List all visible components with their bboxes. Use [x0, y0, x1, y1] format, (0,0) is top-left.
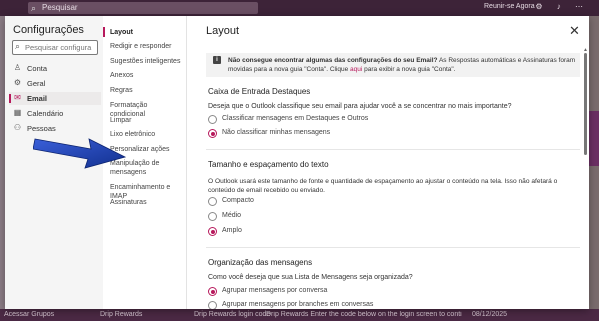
divider: [206, 247, 580, 248]
meet-now-button[interactable]: Reunir-se Agora: [484, 3, 535, 10]
radio-button-selected[interactable]: [208, 227, 217, 236]
selected-indicator: [103, 27, 105, 37]
layout-settings-pane: Layout ✕ i Não consegue encontrar alguma…: [187, 16, 589, 309]
info-bold-text: Não consegue encontrar algumas das confi…: [228, 57, 438, 64]
subcategory-attachments[interactable]: Anexos: [110, 71, 184, 80]
subcategory-rules[interactable]: Regras: [110, 86, 184, 95]
background-groups-link[interactable]: Acessar Grupos: [4, 311, 54, 318]
top-bar-icons: ⚙ ♪ ⋯: [535, 2, 589, 11]
subcategory-signatures[interactable]: Assinaturas: [110, 198, 184, 207]
background-date: 08/12/2025: [472, 311, 508, 318]
radio-button[interactable]: [208, 212, 217, 221]
subcategory-sweep[interactable]: Limpar: [110, 116, 184, 125]
radio-label: Classificar mensagens em Destaques e Out…: [222, 115, 369, 122]
info-banner: i Não consegue encontrar algumas das con…: [206, 53, 580, 77]
radio-button[interactable]: [208, 301, 217, 309]
text-size-heading: Tamanho e espaçamento do texto: [208, 160, 329, 169]
info-icon: i: [213, 56, 221, 64]
people-icon: ⚇: [13, 123, 22, 132]
text-size-description: O Outlook usará este tamanho de fonte e …: [208, 178, 558, 194]
info-text-part-2: para exibir a nova guia "Conta".: [362, 66, 456, 73]
info-link[interactable]: aqui: [350, 66, 362, 73]
background-sender: Drip Rewards: [100, 311, 143, 318]
radio-label: Agrupar mensagens por branches em conver…: [222, 301, 374, 308]
pane-scrollbar[interactable]: ▲: [583, 47, 588, 309]
search-icon: ⌕: [31, 3, 37, 13]
category-label: Calendário: [27, 109, 64, 118]
calendar-icon: ▦: [13, 108, 22, 117]
radio-button-selected[interactable]: [208, 287, 217, 296]
organization-question: Como você deseja que sua Lista de Mensag…: [208, 274, 413, 281]
person-icon: ♙: [13, 63, 22, 72]
category-account[interactable]: ♙ Conta: [9, 62, 101, 75]
annotation-arrow-icon: [33, 138, 127, 169]
subcategory-smart-suggestions[interactable]: Sugestões inteligentes: [110, 57, 184, 66]
settings-search-input[interactable]: [25, 42, 95, 52]
divider: [206, 149, 580, 150]
focused-inbox-heading: Caixa de Entrada Destaques: [208, 87, 311, 96]
radio-button[interactable]: [208, 197, 217, 206]
category-label: Email: [27, 94, 48, 103]
background-badge: [589, 111, 599, 166]
background-preview: Drip Rewards Enter the code below on the…: [266, 311, 462, 318]
background-right-panel: [589, 16, 599, 309]
radio-button-selected[interactable]: [208, 129, 217, 138]
subcategory-layout[interactable]: Layout: [110, 28, 184, 37]
background-subject: Drip Rewards login code: [194, 311, 271, 318]
mail-icon: ✉: [14, 93, 21, 102]
category-email[interactable]: ✉ Email: [9, 92, 101, 105]
subcategory-compose[interactable]: Redigir e responder: [110, 42, 184, 51]
radio-label: Não classificar minhas mensagens: [222, 129, 331, 136]
close-icon[interactable]: ✕: [569, 23, 580, 39]
settings-dialog: Configurações ⌕ ♙ Conta ⚙ Geral ✉ Email …: [5, 16, 589, 309]
category-calendar[interactable]: ▦ Calendário: [9, 107, 101, 120]
radio-label: Agrupar mensagens por conversa: [222, 287, 328, 294]
scrollbar-thumb[interactable]: [584, 53, 587, 155]
category-general[interactable]: ⚙ Geral: [9, 77, 101, 90]
radio-label: Amplo: [222, 227, 242, 234]
radio-label: Compacto: [222, 197, 254, 204]
info-text: Não consegue encontrar algumas das confi…: [228, 56, 576, 74]
category-label: Geral: [27, 79, 46, 88]
search-icon: ⌕: [15, 41, 21, 51]
focused-inbox-question: Deseja que o Outlook classifique seu ema…: [208, 103, 512, 110]
radio-button[interactable]: [208, 115, 217, 124]
gear-icon: ⚙: [13, 78, 22, 87]
global-search-box[interactable]: ⌕ Pesquisar: [28, 2, 258, 14]
radio-label: Médio: [222, 212, 242, 219]
organization-heading: Organização das mensagens: [208, 258, 313, 267]
pane-title: Layout: [206, 25, 240, 37]
category-label: Conta: [27, 64, 48, 73]
settings-title: Configurações: [13, 24, 84, 36]
background-message-row: Acessar Grupos Drip Rewards Drip Rewards…: [0, 309, 599, 321]
top-bar: ⌕ Pesquisar Reunir-se Agora ⚙ ♪ ⋯: [0, 0, 599, 16]
settings-search-box[interactable]: ⌕: [12, 40, 98, 55]
global-search-placeholder: Pesquisar: [42, 3, 78, 12]
